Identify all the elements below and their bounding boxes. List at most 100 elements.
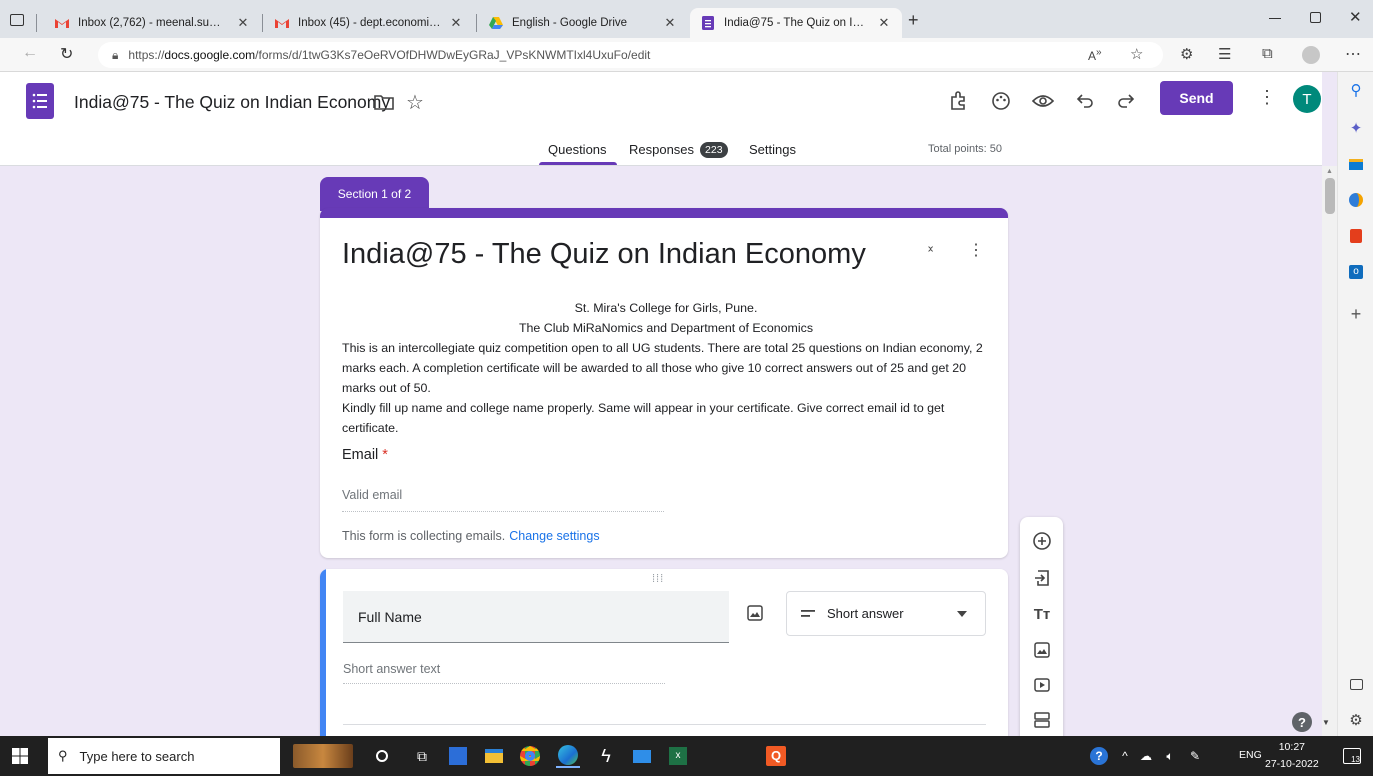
- browser-tab-active[interactable]: India@75 - The Quiz on Indian E ✕: [690, 8, 902, 38]
- minimize-icon[interactable]: [1269, 18, 1281, 19]
- shopping-icon[interactable]: [1346, 154, 1366, 174]
- browser-tab-strip: Inbox (2,762) - meenal.sumant@ ✕ Inbox (…: [0, 0, 1373, 38]
- back-icon[interactable]: ←: [22, 44, 38, 62]
- question-title-input[interactable]: Full Name: [343, 591, 729, 643]
- form-description[interactable]: St. Mira's College for Girls, Pune. The …: [342, 298, 990, 438]
- browser-tab[interactable]: Inbox (45) - dept.economics@st ✕: [264, 8, 474, 38]
- tab-settings[interactable]: Settings: [749, 142, 796, 157]
- notifications-icon[interactable]: 13: [1340, 744, 1364, 768]
- email-field[interactable]: Valid email: [342, 488, 664, 512]
- undo-icon[interactable]: [1072, 88, 1098, 114]
- browser-tab[interactable]: English - Google Drive ✕: [478, 8, 688, 38]
- profile-icon[interactable]: [1302, 46, 1320, 64]
- add-section-icon[interactable]: [1031, 709, 1053, 731]
- volume-icon[interactable]: 🔈︎: [1158, 744, 1182, 768]
- browser-tab[interactable]: Inbox (2,762) - meenal.sumant@ ✕: [44, 8, 261, 38]
- network-icon[interactable]: ☁︎: [1134, 744, 1158, 768]
- page-scrollbar[interactable]: ▲: [1322, 166, 1337, 736]
- addon-icon[interactable]: [945, 88, 971, 114]
- help-icon[interactable]: ?: [1292, 712, 1312, 732]
- app-q-icon[interactable]: Q: [764, 744, 788, 768]
- scroll-up-icon[interactable]: ▲: [1326, 168, 1333, 175]
- outlook-icon[interactable]: o: [1346, 262, 1366, 282]
- short-answer-icon: [801, 609, 815, 618]
- games-icon[interactable]: [1346, 190, 1366, 210]
- mail-icon[interactable]: [630, 744, 654, 768]
- add-title-icon[interactable]: Tт: [1031, 603, 1053, 625]
- dropbox-icon[interactable]: [446, 744, 470, 768]
- change-settings-link[interactable]: Change settings: [509, 529, 599, 543]
- form-heading[interactable]: India@75 - The Quiz on Indian Economy: [342, 238, 866, 271]
- split-screen-icon[interactable]: [1346, 674, 1366, 694]
- extensions-icon[interactable]: ⚙︎: [1180, 45, 1193, 63]
- chevron-down-icon[interactable]: ▼: [1322, 718, 1330, 727]
- drag-handle-icon[interactable]: ⁞⁞⁞: [652, 573, 664, 585]
- form-title[interactable]: India@75 - The Quiz on Indian Economy: [74, 92, 390, 113]
- url-field[interactable]: 🔒︎ https://docs.google.com/forms/d/1twG3…: [98, 42, 1163, 68]
- close-icon[interactable]: ✕: [448, 15, 464, 31]
- search-icon: ⚲: [58, 748, 68, 763]
- close-icon[interactable]: ✕: [235, 15, 251, 31]
- form-header-card[interactable]: India@75 - The Quiz on Indian Economy ⌄ ⌃…: [320, 208, 1008, 558]
- desc-rules: This is an intercollegiate quiz competit…: [342, 341, 983, 395]
- desc-college: St. Mira's College for Girls, Pune.: [574, 301, 758, 315]
- help-tray-icon[interactable]: ?: [1087, 744, 1111, 768]
- favorite-add-icon[interactable]: ☆: [1130, 45, 1143, 63]
- pen-icon[interactable]: ✎: [1183, 744, 1207, 768]
- add-video-icon[interactable]: [1031, 674, 1053, 696]
- email-label: Email *: [342, 447, 388, 463]
- office-icon[interactable]: [1346, 226, 1366, 246]
- send-button[interactable]: Send: [1160, 81, 1233, 115]
- add-image-icon[interactable]: [747, 605, 763, 621]
- collections-icon[interactable]: ⧉: [1262, 45, 1273, 62]
- forms-icon: [700, 15, 716, 31]
- chrome-icon[interactable]: [518, 744, 542, 768]
- preview-eye-icon[interactable]: [1030, 88, 1056, 114]
- refresh-icon[interactable]: ↻: [60, 44, 73, 64]
- settings-icon[interactable]: ⚙︎: [1346, 710, 1366, 730]
- responses-count-badge: 223: [700, 142, 728, 158]
- clock[interactable]: 10:27 27-10-2022: [1265, 739, 1319, 773]
- add-question-icon[interactable]: [1031, 530, 1053, 552]
- search-placeholder: Type here to search: [79, 748, 195, 764]
- app-icon[interactable]: ϟ: [594, 744, 618, 768]
- edge-icon[interactable]: [556, 744, 580, 768]
- tab-actions-icon[interactable]: [10, 14, 24, 26]
- divider: [343, 724, 986, 725]
- more-vert-icon[interactable]: ⋮: [968, 240, 984, 260]
- forms-logo-icon[interactable]: [26, 83, 54, 119]
- menu-icon[interactable]: ⋯: [1345, 44, 1361, 64]
- add-icon[interactable]: +: [1346, 304, 1366, 324]
- discover-icon[interactable]: ✦: [1346, 118, 1366, 138]
- task-view-icon[interactable]: ⧉: [410, 744, 434, 768]
- cortana-icon[interactable]: [370, 744, 394, 768]
- restore-icon[interactable]: [1310, 12, 1321, 23]
- add-image-icon[interactable]: [1031, 639, 1053, 661]
- star-icon[interactable]: ☆: [406, 90, 424, 115]
- language-indicator[interactable]: ENG: [1239, 749, 1262, 761]
- import-questions-icon[interactable]: [1031, 567, 1053, 589]
- read-aloud-icon[interactable]: A»: [1088, 47, 1102, 63]
- collapse-icon[interactable]: ⌄ ⌃: [926, 241, 935, 260]
- palette-icon[interactable]: [988, 88, 1014, 114]
- excel-icon[interactable]: x: [666, 744, 690, 768]
- close-icon[interactable]: ✕: [876, 15, 892, 31]
- tab-questions[interactable]: Questions: [548, 142, 607, 157]
- file-explorer-icon[interactable]: [482, 744, 506, 768]
- tab-responses[interactable]: Responses 223: [629, 142, 728, 158]
- search-icon[interactable]: ⚲: [1346, 80, 1366, 100]
- collecting-emails-note: This form is collecting emails. Change se…: [342, 529, 600, 543]
- news-widget-icon[interactable]: [292, 744, 354, 768]
- redo-icon[interactable]: [1113, 88, 1139, 114]
- new-tab-icon[interactable]: +: [908, 10, 919, 31]
- scrollbar-thumb[interactable]: [1325, 178, 1335, 214]
- window-close-icon[interactable]: ✕: [1349, 8, 1362, 26]
- folder-icon[interactable]: [374, 94, 394, 110]
- question-type-select[interactable]: Short answer: [786, 591, 986, 636]
- more-vert-icon[interactable]: ⋮: [1258, 87, 1276, 108]
- favorites-icon[interactable]: ☰: [1218, 45, 1231, 63]
- taskbar-search[interactable]: ⚲ Type here to search: [48, 738, 280, 774]
- close-icon[interactable]: ✕: [662, 15, 678, 31]
- windows-start-icon[interactable]: [12, 748, 28, 764]
- avatar[interactable]: T: [1293, 85, 1321, 113]
